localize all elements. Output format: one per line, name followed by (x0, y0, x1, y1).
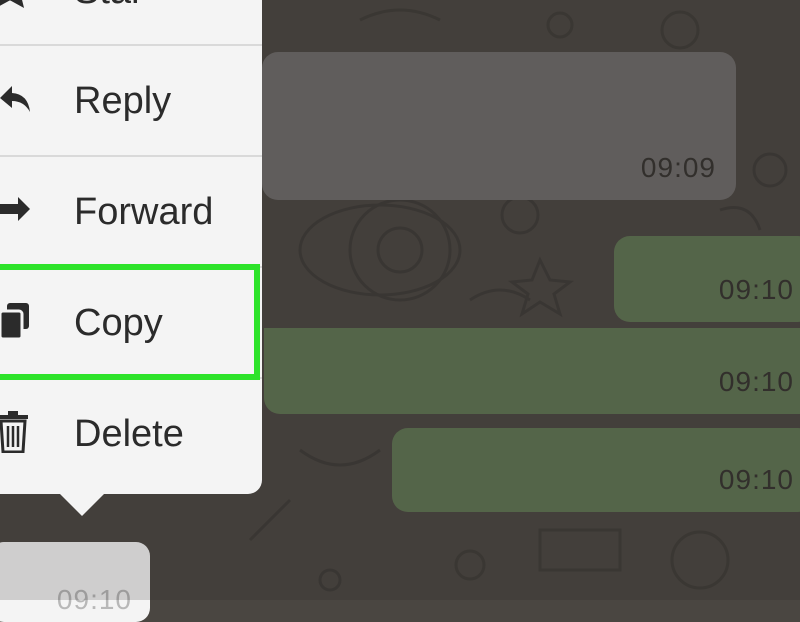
trash-icon (0, 411, 28, 458)
menu-item-label: Reply (74, 80, 172, 122)
menu-item-label: Delete (74, 413, 184, 455)
menu-item-reply[interactable]: Reply (0, 46, 262, 157)
menu-pointer-arrow (58, 492, 106, 516)
forward-icon (0, 193, 32, 232)
message-context-menu: Star Reply Forward Copy Delete (0, 0, 262, 494)
menu-item-star[interactable]: Star (0, 0, 262, 47)
menu-item-delete[interactable]: Delete (0, 379, 262, 490)
star-icon (0, 0, 30, 14)
menu-item-label: Forward (74, 191, 214, 233)
menu-item-forward[interactable]: Forward (0, 157, 262, 268)
menu-item-label: Star (74, 0, 144, 13)
copy-highlight-box (0, 264, 260, 380)
reply-icon (0, 82, 32, 121)
